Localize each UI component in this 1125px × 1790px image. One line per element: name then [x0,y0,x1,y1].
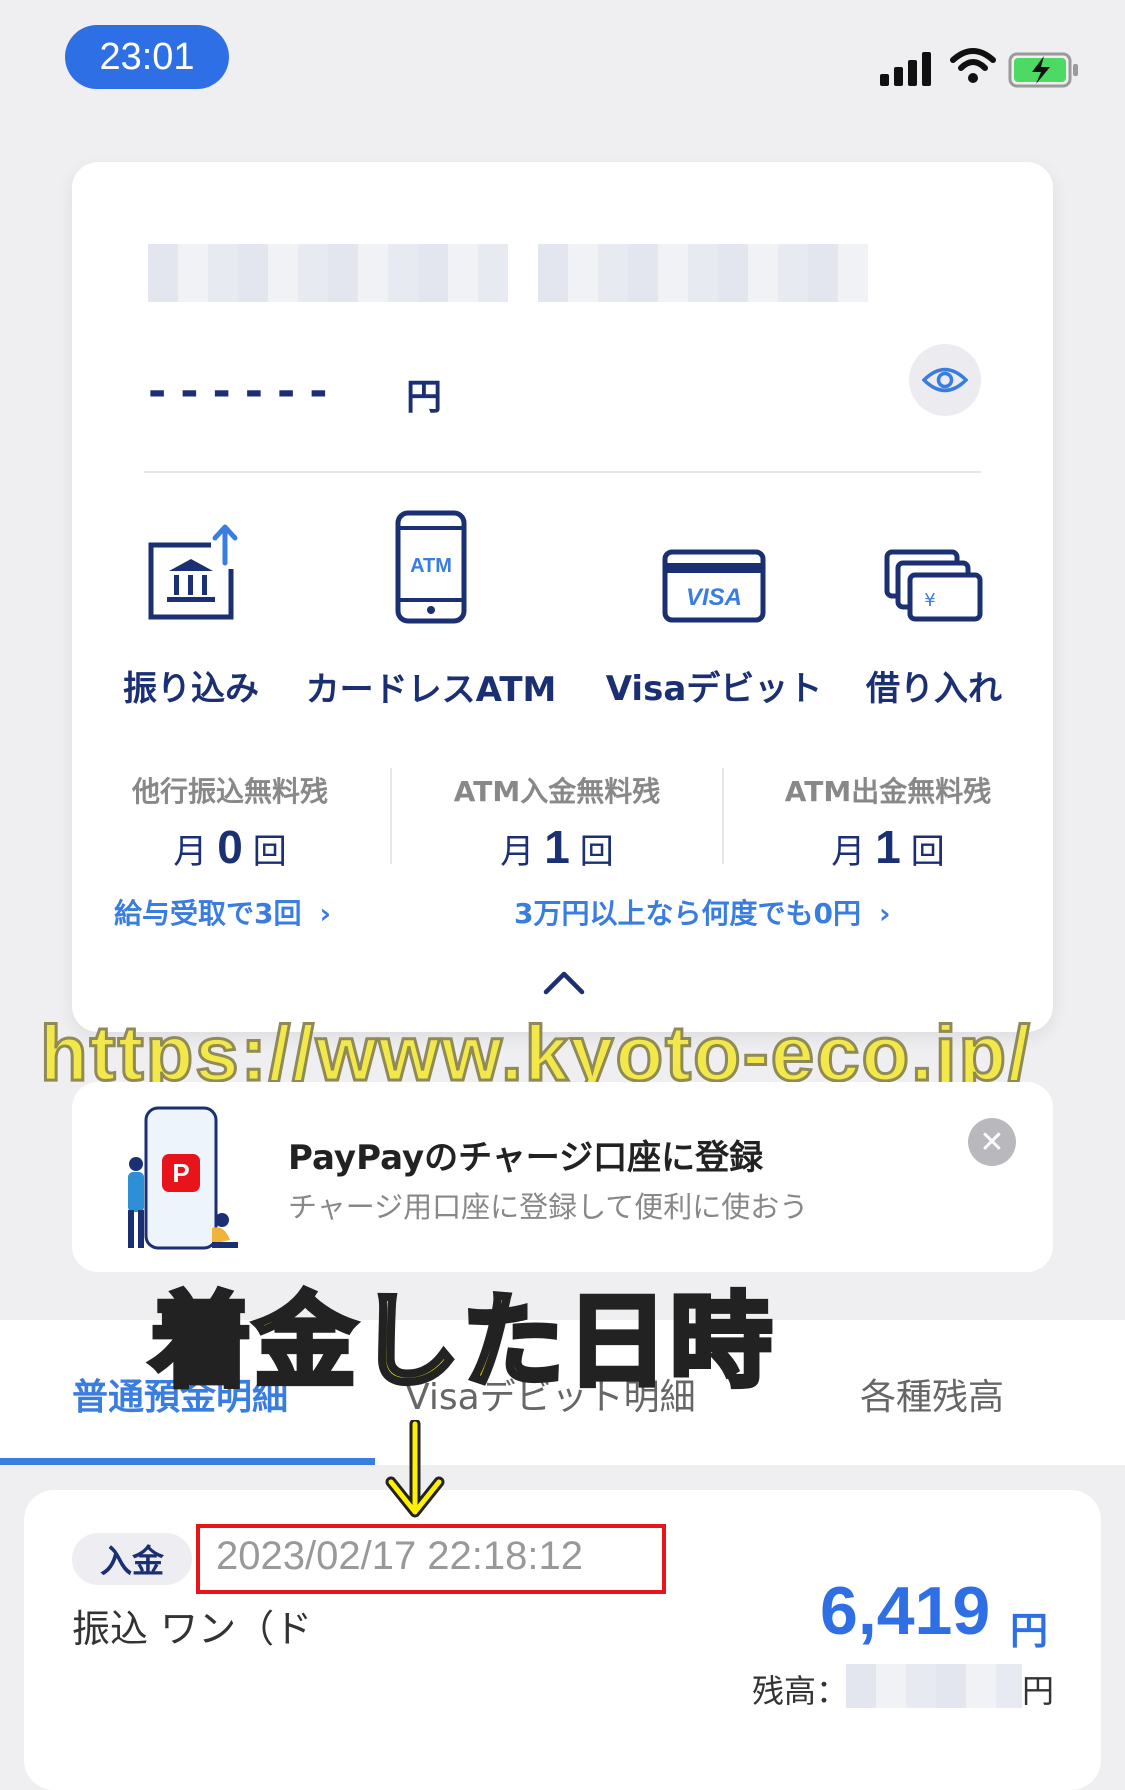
paypay-illustration-icon: P [128,1106,238,1250]
free-atm-withdraw-count: ATM出金無料残 月1回 [784,775,992,873]
chevron-right-icon: › [878,897,891,930]
cardless-atm-button[interactable]: ATM カードレスATM [306,510,556,710]
transaction-description: 振込 ワン（ド [72,1607,313,1651]
show-balance-button[interactable] [909,344,981,416]
balance-unit: 円 [406,377,443,418]
balance-redacted [846,1664,1022,1708]
visa-debit-label: Visaデビット [605,669,823,709]
divider [390,768,392,864]
divider [144,471,981,473]
active-tab-indicator [0,1458,375,1465]
loan-cards-icon: ¥ [884,549,983,622]
cardless-atm-label: カードレスATM [305,670,557,710]
eye-icon [922,367,968,393]
battery-charging-icon [1008,52,1078,88]
tab-balances[interactable]: 各種残高 [860,1368,1004,1420]
balance-masked: ------ [148,366,342,417]
wifi-icon [950,48,996,83]
svg-text:VISA: VISA [686,584,742,611]
collapse-chevron-up-icon[interactable] [542,968,586,998]
salary-link[interactable]: 給与受取で3回 › [114,892,331,932]
chevron-right-icon: › [319,897,332,930]
close-banner-button[interactable]: ✕ [968,1118,1016,1166]
annotation-arrow-down-icon [385,1420,445,1518]
close-icon: ✕ [979,1124,1005,1160]
transaction-type-badge: 入金 [72,1533,192,1585]
banner-subtitle: チャージ用口座に登録して便利に使おう [288,1190,809,1224]
cellular-signal-icon [880,52,931,86]
atm-phone-icon: ATM [395,510,467,624]
divider [722,768,724,864]
visa-debit-button[interactable]: VISA Visaデビット [594,510,834,710]
loan-label: 借り入れ [866,669,1002,709]
annotation-text: 着金した日時 [148,1281,775,1405]
svg-text:ATM: ATM [410,555,452,577]
over30k-link[interactable]: 3万円以上なら何度でも0円 › [514,892,891,932]
account-name-redacted [148,244,508,302]
bank-transfer-icon [148,524,238,620]
free-transfer-count: 他行振込無料残 月0回 [131,775,328,873]
account-number-redacted [538,244,868,302]
paypay-logo: P [172,1158,189,1188]
banner-title: PayPayのチャージ口座に登録 [288,1138,764,1178]
transfer-label: 振り込み [123,669,259,709]
transaction-amount: 6,419 [820,1573,991,1649]
visa-card-icon: VISA [662,549,766,623]
free-atm-deposit-count: ATM入金無料残 月1回 [453,775,661,873]
transaction-datetime: 2023/02/17 22:18:12 [216,1534,584,1578]
svg-text:¥: ¥ [924,590,935,611]
amount-unit: 円 [1010,1609,1049,1653]
balance-unit-yen: 円 [1022,1672,1055,1710]
status-time: 23:01 [65,25,229,89]
transfer-button[interactable]: 振り込み [71,510,311,710]
balance-label: 残高： [752,1672,849,1710]
loan-button[interactable]: ¥ 借り入れ [814,510,1054,710]
